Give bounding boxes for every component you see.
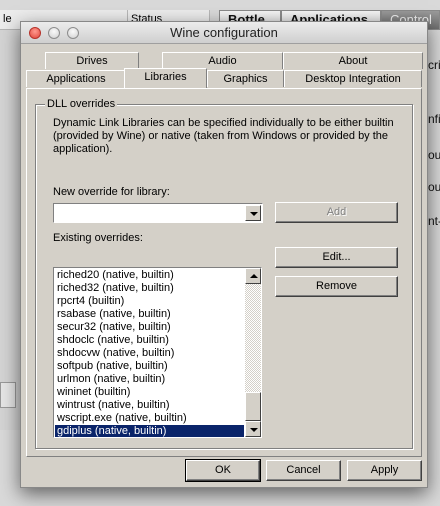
- window-title: Wine configuration: [170, 25, 278, 40]
- remove-button[interactable]: Remove: [275, 276, 398, 297]
- scroll-thumb[interactable]: [245, 392, 261, 421]
- background-right-text: cri: [428, 58, 440, 72]
- new-override-label: New override for library:: [53, 186, 170, 198]
- tab-audio[interactable]: Audio: [162, 52, 283, 69]
- new-override-combobox[interactable]: [53, 203, 263, 223]
- dll-overrides-description: Dynamic Link Libraries can be specified …: [53, 117, 394, 155]
- list-item[interactable]: urlmon (native, builtin): [55, 373, 244, 386]
- chevron-down-icon: [250, 428, 258, 432]
- tab-about[interactable]: About: [283, 52, 423, 69]
- background-right-text: nfi: [428, 112, 440, 126]
- wine-configuration-window: Wine configuration Drives Audio About Ap…: [20, 21, 428, 488]
- existing-overrides-label: Existing overrides:: [53, 232, 143, 244]
- list-item[interactable]: shdoclc (native, builtin): [55, 334, 244, 347]
- list-item-selected[interactable]: gdiplus (native, builtin): [55, 425, 244, 437]
- list-item[interactable]: wininet (builtin): [55, 386, 244, 399]
- tab-graphics[interactable]: Graphics: [207, 70, 284, 87]
- list-item[interactable]: riched32 (native, builtin): [55, 282, 244, 295]
- list-item[interactable]: shdocvw (native, builtin): [55, 347, 244, 360]
- title-bar[interactable]: Wine configuration: [21, 22, 427, 44]
- list-item[interactable]: wintrust (native, builtin): [55, 399, 244, 412]
- chevron-up-icon: [250, 274, 258, 278]
- list-item[interactable]: rpcrt4 (builtin): [55, 295, 244, 308]
- list-item[interactable]: riched20 (native, builtin): [55, 269, 244, 282]
- scroll-down-button[interactable]: [245, 421, 261, 437]
- tab-desktop-integration[interactable]: Desktop Integration: [284, 70, 422, 87]
- add-button[interactable]: Add: [275, 202, 398, 223]
- edit-button[interactable]: Edit...: [275, 247, 398, 268]
- background-right-text: nt-: [428, 214, 440, 228]
- tab-libraries[interactable]: Libraries: [124, 68, 207, 88]
- apply-button[interactable]: Apply: [347, 460, 422, 481]
- scroll-up-button[interactable]: [245, 268, 261, 284]
- background-left-pane: [0, 30, 20, 430]
- existing-overrides-list[interactable]: riched20 (native, builtin) riched32 (nat…: [53, 267, 262, 438]
- list-item[interactable]: rsabase (native, builtin): [55, 308, 244, 321]
- list-item[interactable]: wscript.exe (native, builtin): [55, 412, 244, 425]
- dll-overrides-title: DLL overrides: [45, 98, 118, 110]
- list-item[interactable]: softpub (native, builtin): [55, 360, 244, 373]
- background-left-control: [0, 382, 16, 408]
- ok-button[interactable]: OK: [185, 459, 261, 482]
- chevron-down-icon: [250, 212, 258, 216]
- list-item[interactable]: secur32 (native, builtin): [55, 321, 244, 334]
- combobox-dropdown-button[interactable]: [245, 205, 261, 221]
- tab-applications[interactable]: Applications: [26, 70, 126, 87]
- list-scrollbar[interactable]: [245, 268, 261, 437]
- background-right-text: ou: [428, 180, 440, 194]
- background-right-text: oul: [428, 148, 440, 162]
- tab-drives[interactable]: Drives: [45, 52, 139, 69]
- cancel-button[interactable]: Cancel: [266, 460, 341, 481]
